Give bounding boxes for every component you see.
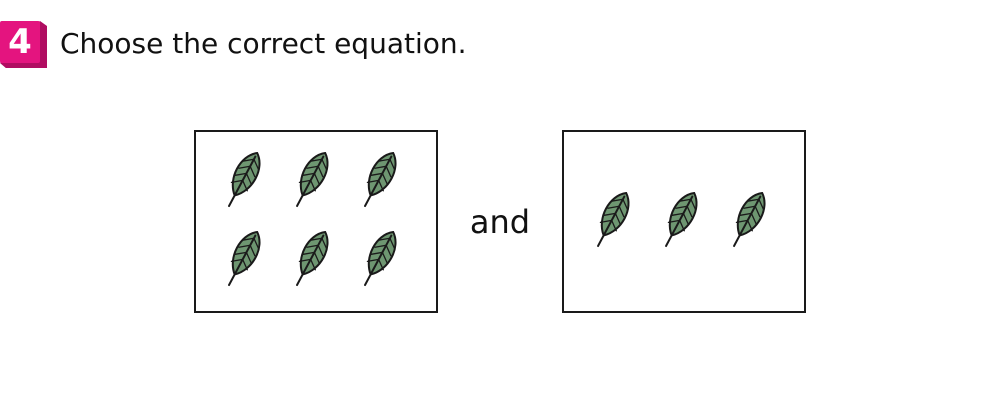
question-text: Choose the correct equation. <box>60 27 467 60</box>
leaf-icon <box>296 230 329 287</box>
leaf-icon <box>364 151 397 208</box>
question-number: 4 <box>8 22 32 62</box>
leaf-icon <box>733 191 766 248</box>
leaf-icon <box>597 191 630 248</box>
and-connector: and <box>469 203 531 241</box>
leaf-icon <box>228 151 261 208</box>
leaf-icon <box>665 191 698 248</box>
leaf-icon <box>364 230 397 287</box>
leaf-icon <box>296 151 329 208</box>
leaf-icon <box>228 230 261 287</box>
